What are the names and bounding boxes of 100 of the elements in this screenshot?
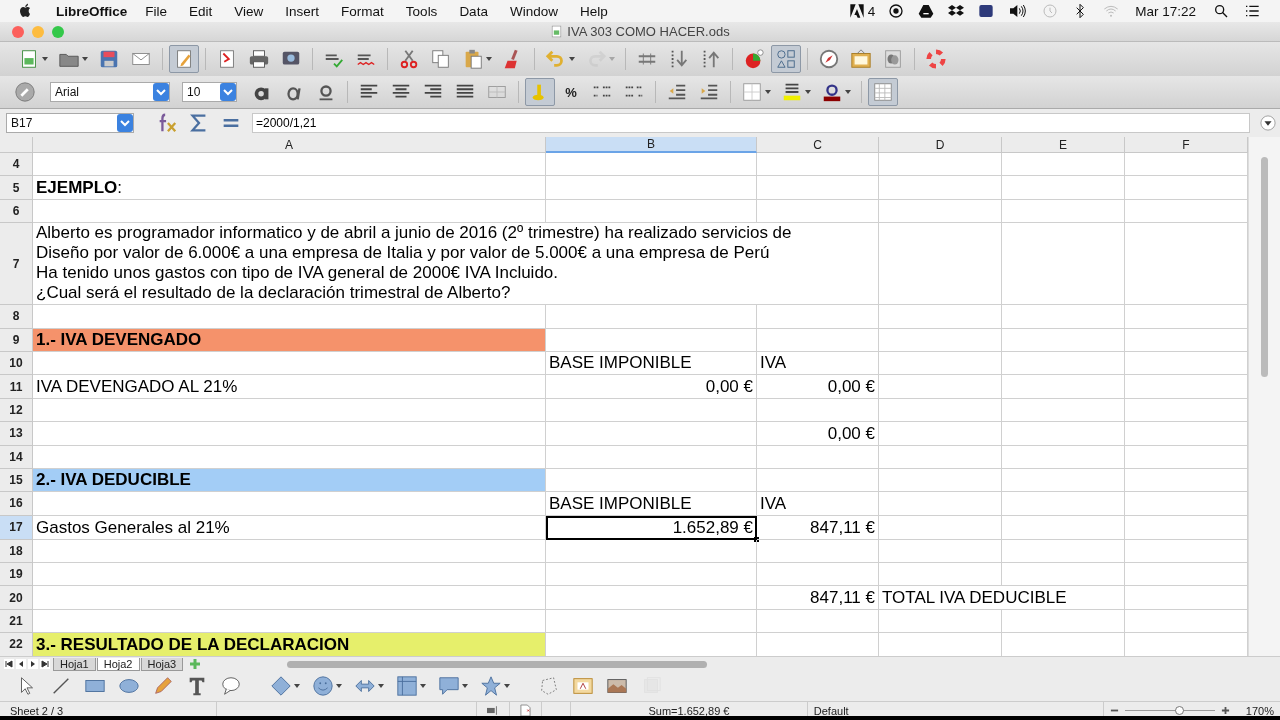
empty-cell[interactable] (546, 199, 757, 224)
empty-cell[interactable] (1002, 468, 1125, 493)
name-box[interactable]: B17 (6, 113, 134, 133)
menu-item[interactable]: File (145, 3, 168, 19)
row-header[interactable]: 7 (0, 223, 33, 306)
row-header[interactable]: 19 (0, 563, 33, 587)
empty-cell[interactable] (1002, 176, 1125, 200)
clock-history-icon[interactable] (1042, 3, 1059, 19)
row-header[interactable]: 21 (0, 609, 33, 634)
row-header[interactable]: 18 (0, 539, 33, 564)
empty-cell[interactable] (879, 539, 1002, 564)
column-header[interactable]: F (1125, 137, 1248, 153)
row-header[interactable]: 20 (0, 586, 33, 610)
empty-cell[interactable] (1002, 515, 1125, 540)
empty-cell[interactable] (546, 445, 757, 469)
expand-icon[interactable] (1260, 115, 1276, 131)
last-sheet-icon[interactable] (40, 659, 50, 669)
empty-cell[interactable] (879, 305, 1002, 329)
font-size-field[interactable]: 10 (182, 82, 237, 102)
app-menu[interactable]: LibreOffice (56, 3, 128, 19)
select-all-corner[interactable] (0, 137, 33, 153)
next-sheet-icon[interactable] (28, 659, 38, 669)
empty-cell[interactable] (1002, 492, 1125, 516)
table-cell[interactable]: 847,11 € (757, 586, 879, 610)
column-header[interactable]: A (33, 137, 546, 153)
table-cell[interactable]: IVA DEVENGADO AL 21% (33, 375, 546, 399)
empty-cell[interactable] (879, 422, 1002, 446)
formula-input[interactable]: =2000/1,21 (252, 113, 1250, 133)
section-heading[interactable]: 2.- IVA DEDUCIBLE (33, 468, 546, 493)
table-cell[interactable]: 847,11 € (757, 515, 879, 540)
empty-cell[interactable] (757, 305, 879, 329)
volume-icon[interactable] (1008, 3, 1029, 19)
row-header[interactable]: 14 (0, 445, 33, 469)
empty-cell[interactable] (879, 445, 1002, 469)
table-cell[interactable]: 0,00 € (757, 422, 879, 446)
empty-cell[interactable] (546, 609, 757, 634)
empty-cell[interactable] (1002, 375, 1125, 399)
empty-cell[interactable] (757, 176, 879, 200)
record-icon[interactable] (888, 3, 905, 19)
empty-cell[interactable] (879, 563, 1002, 587)
empty-cell[interactable] (757, 563, 879, 587)
empty-cell[interactable] (546, 539, 757, 564)
menu-item[interactable]: Help (579, 3, 608, 19)
zoom-percent[interactable]: 170% (1235, 702, 1280, 716)
empty-cell[interactable] (1002, 609, 1125, 634)
empty-cell[interactable] (757, 153, 879, 177)
table-cell[interactable]: Gastos Generales al 21% (33, 515, 546, 540)
zoom-slider-thumb[interactable] (1174, 706, 1184, 715)
table-cell[interactable]: 0,00 € (757, 375, 879, 399)
row-header[interactable]: 6 (0, 199, 33, 224)
zoom-button[interactable] (52, 25, 64, 38)
table-cell[interactable]: IVA (757, 351, 879, 376)
selected-cell[interactable]: 1.652,89 € (546, 515, 757, 540)
row-header[interactable]: 5 (0, 176, 33, 200)
section-heading[interactable]: 1.- IVA DEVENGADO (33, 328, 546, 352)
clock[interactable]: Mar 17:22 (1135, 3, 1196, 19)
column-header[interactable]: B (546, 137, 757, 153)
empty-cell[interactable] (1002, 153, 1125, 177)
empty-cell[interactable] (546, 305, 757, 329)
minimize-button[interactable] (32, 25, 44, 38)
table-cell[interactable]: IVA (757, 492, 879, 516)
percent-format-button[interactable]: % (557, 78, 585, 106)
column-header[interactable]: C (757, 137, 879, 153)
edit-mode-button[interactable] (169, 45, 199, 73)
row-header[interactable]: 13 (0, 422, 33, 446)
menu-item[interactable]: View (234, 3, 264, 19)
empty-cell[interactable] (879, 468, 1002, 493)
first-sheet-icon[interactable] (4, 659, 14, 669)
empty-cell[interactable] (879, 492, 1002, 516)
menu-item[interactable]: Edit (189, 3, 213, 19)
table-cell[interactable]: 0,00 € (546, 375, 757, 399)
empty-cell[interactable] (1002, 563, 1125, 587)
empty-cell[interactable] (1002, 445, 1125, 469)
empty-cell[interactable] (546, 398, 757, 423)
empty-cell[interactable] (757, 398, 879, 423)
menu-item[interactable]: Window (509, 3, 558, 19)
row-header[interactable]: 9 (0, 328, 33, 352)
row-header[interactable]: 16 (0, 492, 33, 516)
empty-cell[interactable] (879, 328, 1002, 352)
empty-cell[interactable] (546, 153, 757, 177)
adobe-icon[interactable] (848, 3, 865, 19)
currency-format-button[interactable] (525, 78, 555, 106)
empty-cell[interactable] (879, 609, 1002, 634)
empty-cell[interactable] (1002, 351, 1125, 376)
vertical-scrollbar[interactable] (1248, 137, 1280, 656)
triangle-icon[interactable] (918, 3, 935, 19)
gridlines-button[interactable] (868, 78, 898, 106)
search-icon[interactable] (1213, 3, 1229, 19)
empty-cell[interactable] (1002, 398, 1125, 423)
empty-cell[interactable] (757, 328, 879, 352)
empty-cell[interactable] (879, 199, 1002, 224)
document-modified-icon[interactable] (520, 704, 532, 716)
empty-cell[interactable] (1002, 305, 1125, 329)
table-cell[interactable]: Alberto es programador informatico y de abril a junio de 2016 (2º trimestre) ha realizado servicios de Diseño por valor de 6.000€ a una empresa de Italia y por valor de 5.000€ a una empresa de Perú Ha tenido unos gastos con tipo de IVA general de 2000€ IVA Incluido. ¿Cual será el resultado de la declaración trimestral de Alberto? (33, 223, 879, 306)
row-header[interactable]: 8 (0, 305, 33, 329)
empty-cell[interactable] (1002, 199, 1125, 224)
previous-sheet-icon[interactable] (16, 659, 26, 669)
zoom-in-icon[interactable] (1220, 706, 1230, 715)
table-cell[interactable]: BASE IMPONIBLE (546, 492, 757, 516)
empty-cell[interactable] (1002, 223, 1125, 306)
